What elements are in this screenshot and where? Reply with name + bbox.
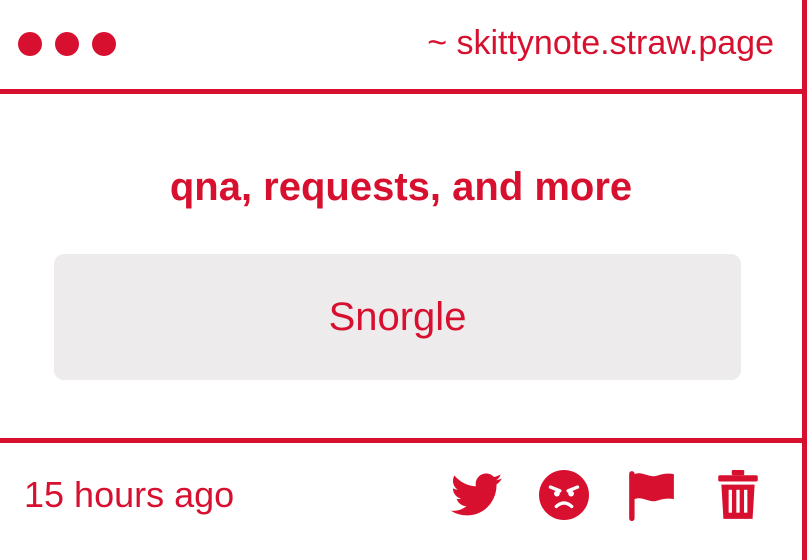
post-heading: qna, requests, and more <box>169 165 633 209</box>
window-dot <box>92 32 116 56</box>
window-dot <box>18 32 42 56</box>
action-bar <box>448 469 767 521</box>
answer-box: Snorgle <box>54 254 741 380</box>
flag-icon <box>629 471 674 521</box>
share-twitter-button[interactable] <box>448 469 506 521</box>
delete-button[interactable] <box>709 469 767 521</box>
report-button[interactable] <box>622 469 680 521</box>
twitter-icon <box>451 473 503 516</box>
post-content: qna, requests, and more Snorgle <box>0 94 802 438</box>
post-footer: 15 hours ago <box>0 443 802 541</box>
post-card: ~ skittynote.straw.page qna, requests, a… <box>0 0 807 560</box>
timestamp: 15 hours ago <box>24 474 235 515</box>
react-angry-button[interactable] <box>535 469 593 521</box>
window-dot <box>55 32 79 56</box>
window-dots <box>18 32 116 56</box>
angry-face-icon <box>539 470 589 520</box>
page-url[interactable]: ~ skittynote.straw.page <box>427 23 774 63</box>
trash-icon <box>718 470 758 519</box>
window-titlebar: ~ skittynote.straw.page <box>0 0 802 90</box>
answer-text: Snorgle <box>328 294 467 339</box>
